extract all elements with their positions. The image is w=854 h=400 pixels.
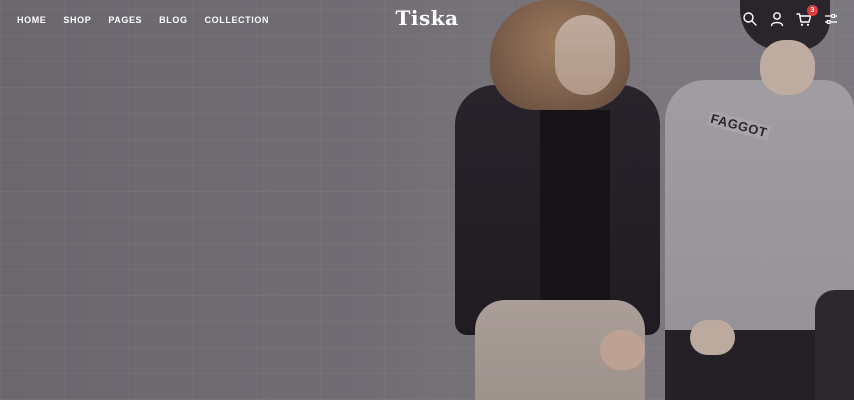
sliders-icon[interactable] xyxy=(822,10,840,28)
site-logo[interactable]: Tiska xyxy=(0,6,854,30)
hero-overlay xyxy=(0,0,854,400)
user-icon[interactable] xyxy=(768,10,786,28)
cart-count-badge: 3 xyxy=(807,5,818,16)
header-icons: 3 xyxy=(732,5,840,28)
hero-banner: FAGGOT xyxy=(0,0,854,400)
search-icon[interactable] xyxy=(741,10,759,28)
site-header: HOME SHOP PAGES BLOG COLLECTION Tiska 3 xyxy=(0,0,854,40)
cart-icon[interactable]: 3 xyxy=(795,5,818,28)
